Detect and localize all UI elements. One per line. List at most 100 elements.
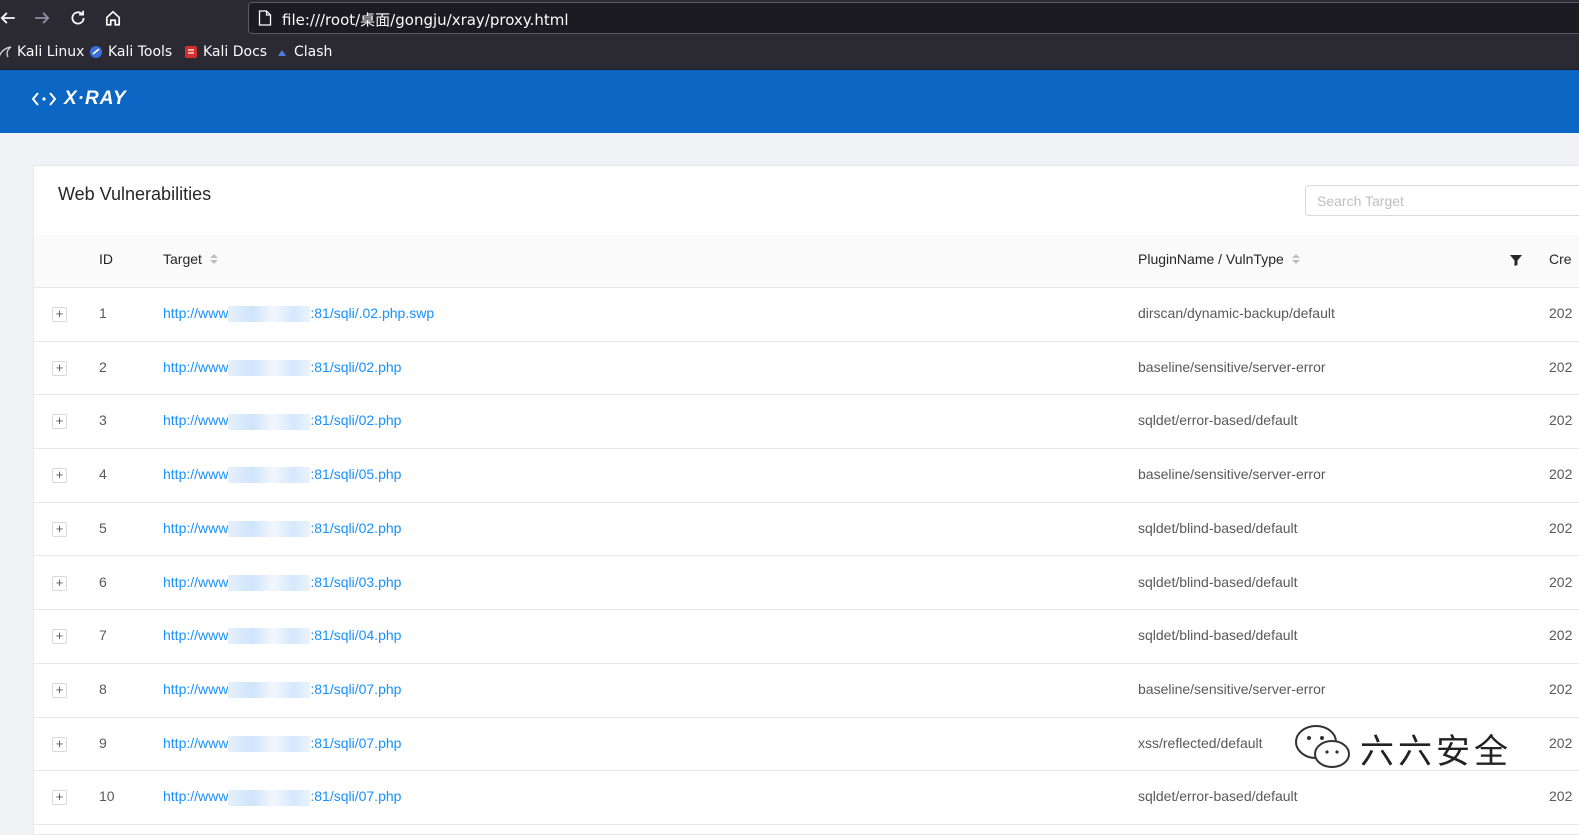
xray-logo[interactable]: X·RAY xyxy=(32,88,127,110)
redacted-host xyxy=(228,359,311,376)
redacted-host xyxy=(228,306,311,323)
plugin-vulntype: baseline/sensitive/server-error xyxy=(1138,466,1326,483)
plugin-vulntype: sqldet/blind-based/default xyxy=(1138,627,1298,644)
row-id: 7 xyxy=(99,627,107,644)
target-suffix: :81/sqli/03.php xyxy=(310,573,402,590)
bookmark-kali-tools[interactable]: Kali Tools xyxy=(89,44,172,60)
search-target-input[interactable] xyxy=(1305,185,1579,216)
target-prefix: http://www xyxy=(163,305,229,321)
plugin-vulntype: sqldet/error-based/default xyxy=(1138,412,1298,429)
filter-icon[interactable] xyxy=(1509,253,1523,267)
target-link[interactable]: http://www:81/sqli/02.php xyxy=(163,519,402,538)
bookmark-clash[interactable]: Clash xyxy=(275,44,332,60)
expand-row-button[interactable]: + xyxy=(52,307,67,322)
expand-row-button[interactable]: + xyxy=(52,521,67,537)
row-id: 5 xyxy=(99,519,107,536)
target-link[interactable]: http://www :81/sqli/02.php xyxy=(163,359,401,376)
target-prefix: http://www xyxy=(163,358,229,375)
bookmark-kali-linux[interactable]: Kali Linux xyxy=(0,44,84,60)
redacted-host xyxy=(228,789,311,806)
target-link[interactable]: http://www:81/sqli/04.php xyxy=(163,627,402,645)
table-row[interactable]: +8 http://www:81/sqli/07.php baseline/sens… xyxy=(34,663,1579,718)
target-prefix: http://www xyxy=(163,412,229,429)
redacted-host xyxy=(228,574,311,591)
card-title: Web Vulnerabilities xyxy=(58,184,212,204)
xray-logo-icon xyxy=(32,92,56,106)
row-id: 9 xyxy=(99,734,107,751)
kali-tools-icon xyxy=(90,46,102,58)
watermark: 六六安全 xyxy=(1292,722,1512,774)
target-link[interactable]: http://www :81/sqli/07.php xyxy=(163,788,402,806)
column-id: ID xyxy=(99,251,113,267)
redacted-host xyxy=(228,735,311,752)
arrow-right-icon[interactable] xyxy=(30,6,54,30)
bookmark-label: Clash xyxy=(294,44,333,60)
sort-icon[interactable] xyxy=(209,254,218,264)
expand-row-button[interactable]: + xyxy=(52,360,67,376)
plugin-vulntype: sqldet/blind-based/default xyxy=(1138,519,1298,536)
target-suffix: :81/sqli/07.php xyxy=(310,788,402,805)
table-row[interactable]: +5 http://www:81/sqli/02.php sqldet/blind-… xyxy=(34,502,1579,557)
row-id: 6 xyxy=(99,573,107,590)
expand-row-button[interactable]: + xyxy=(52,682,67,698)
reload-icon[interactable] xyxy=(66,6,90,30)
table-row[interactable]: +1 http://www :81/sqli/.02.php.swp dirscan/… xyxy=(34,288,1579,342)
target-link[interactable]: http://www :81/sqli/07.php xyxy=(163,680,402,699)
expand-row-button[interactable]: + xyxy=(52,468,67,484)
created-time: 202 xyxy=(1549,466,1573,483)
target-prefix: http://www xyxy=(163,466,229,483)
bookmark-label: Kali Linux xyxy=(17,44,85,60)
column-target[interactable]: Target xyxy=(163,251,218,267)
column-created[interactable]: Cre xyxy=(1549,251,1572,267)
table-row[interactable]: +4 http://www :81/sqli/05.php baseline/sens… xyxy=(34,449,1579,503)
table-row[interactable]: +10 http://www:81/sqli/07.php sqldet/error… xyxy=(34,771,1579,825)
expand-row-button[interactable]: + xyxy=(52,629,67,645)
created-time: 202 xyxy=(1549,788,1573,805)
table-row[interactable]: +3 http://www:81/sqli/02.php sqldet/error-… xyxy=(34,395,1579,450)
target-suffix: :81/sqli/05.php xyxy=(310,466,402,483)
table-row[interactable]: +7 http://www:81/sqli/04.php sqldet/blind-… xyxy=(34,610,1579,664)
created-time: 202 xyxy=(1549,412,1573,429)
target-prefix: http://www xyxy=(163,680,229,697)
target-suffix: :81/sqli/07.php xyxy=(310,680,402,697)
table-row[interactable]: +6 http://www :81/sqli/03.php sqldet/blind-… xyxy=(34,556,1579,611)
column-plugin-label: PluginName / VulnType xyxy=(1138,251,1284,267)
target-link[interactable]: http://www :81/sqli/.02.php.swp xyxy=(163,305,435,323)
redacted-host xyxy=(228,413,311,430)
app-header xyxy=(0,70,1579,133)
url-text: file:///root/桌面/gongju/xray/proxy.html xyxy=(282,11,569,29)
target-prefix: http://www xyxy=(163,573,229,590)
plugin-vulntype: baseline/sensitive/server-error xyxy=(1138,680,1326,697)
table-row[interactable]: +2 http://www:81/sqli/02.php baseline/sens… xyxy=(34,341,1579,396)
redacted-host xyxy=(228,682,311,699)
expand-row-button[interactable]: + xyxy=(52,736,67,752)
created-time: 202 xyxy=(1549,305,1573,321)
target-prefix: http://www xyxy=(163,788,229,805)
redacted-host xyxy=(228,467,311,484)
bookmark-label: Kali Docs xyxy=(203,44,268,60)
target-suffix: :81/sqli/02.php xyxy=(310,358,402,375)
address-bar[interactable]: file:///root/桌面/gongju/xray/proxy.html xyxy=(248,2,1579,34)
sort-icon[interactable] xyxy=(1291,254,1300,264)
kali-docs-icon xyxy=(185,46,197,58)
expand-row-button[interactable]: + xyxy=(52,414,67,430)
target-link[interactable]: http://www:81/sqli/07.php xyxy=(163,735,401,752)
expand-row-button[interactable]: + xyxy=(52,790,67,806)
target-suffix: :81/sqli/02.php xyxy=(310,519,402,536)
expand-row-button[interactable]: + xyxy=(52,575,67,591)
target-suffix: :81/sqli/04.php xyxy=(310,627,402,644)
plugin-vulntype: xss/reflected/default xyxy=(1138,734,1263,751)
target-link[interactable]: http://www:81/sqli/02.php xyxy=(163,412,401,430)
arrow-left-icon[interactable] xyxy=(0,6,20,30)
home-icon[interactable] xyxy=(101,6,125,30)
target-suffix: :81/sqli/.02.php.swp xyxy=(310,305,435,321)
target-link[interactable]: http://www :81/sqli/03.php xyxy=(163,574,401,591)
redacted-host xyxy=(228,628,311,645)
plugin-vulntype: dirscan/dynamic-backup/default xyxy=(1138,305,1335,321)
row-id: 1 xyxy=(99,305,107,321)
bookmark-kali-docs[interactable]: Kali Docs xyxy=(184,44,267,60)
row-id: 4 xyxy=(99,466,107,483)
column-plugin[interactable]: PluginName / VulnType xyxy=(1138,251,1300,267)
plugin-vulntype: sqldet/blind-based/default xyxy=(1138,573,1298,590)
target-link[interactable]: http://www :81/sqli/05.php xyxy=(163,466,402,484)
